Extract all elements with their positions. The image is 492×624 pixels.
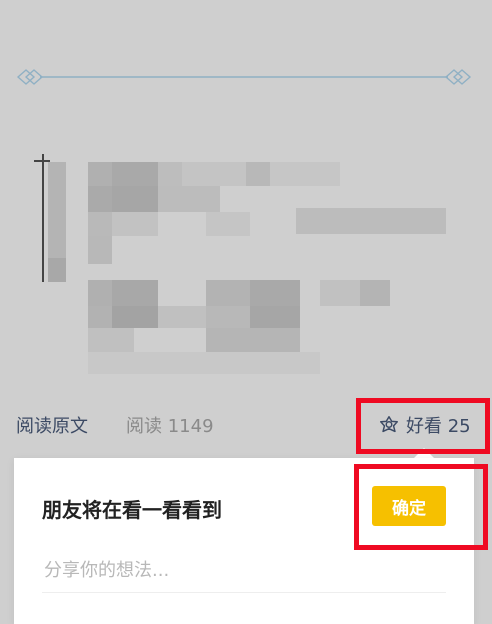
read-original-link[interactable]: 阅读原文 <box>16 412 88 438</box>
wow-highlight-frame <box>356 398 490 454</box>
confirm-highlight-frame <box>354 464 488 550</box>
pixelated-content <box>30 152 470 382</box>
divider-ornament <box>16 66 472 88</box>
popup-title: 朋友将在看一看看到 <box>42 498 222 522</box>
thought-input[interactable] <box>42 554 450 586</box>
input-underline <box>42 592 446 593</box>
text-cursor-line <box>42 154 44 282</box>
read-count: 阅读 1149 <box>126 416 214 437</box>
